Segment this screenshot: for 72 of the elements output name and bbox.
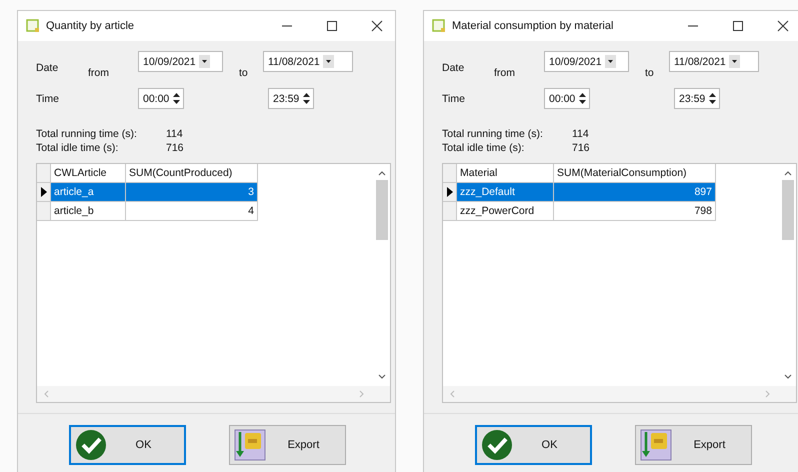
total-value: 114 bbox=[166, 127, 184, 141]
table-cell: article_a bbox=[51, 183, 126, 202]
to-time-spinner[interactable]: 23:59 bbox=[674, 88, 720, 109]
checkmark-icon bbox=[75, 429, 107, 461]
total-value: 716 bbox=[572, 141, 591, 155]
table-row[interactable]: article_b 4 bbox=[37, 202, 373, 221]
scroll-down-icon[interactable] bbox=[784, 374, 792, 380]
time-label: Time bbox=[442, 93, 466, 105]
total-label: Total idle time (s): bbox=[36, 141, 120, 155]
table-cell: zzz_PowerCord bbox=[457, 202, 554, 221]
to-label: to bbox=[644, 66, 655, 78]
close-icon[interactable] bbox=[777, 20, 789, 32]
table-row[interactable]: zzz_Default 897 bbox=[443, 183, 779, 202]
export-icon bbox=[640, 429, 672, 461]
time-label: Time bbox=[36, 93, 60, 105]
date-label: Date bbox=[36, 62, 60, 74]
from-time-spinner[interactable]: 00:00 bbox=[138, 88, 184, 109]
from-time-spinner[interactable]: 00:00 bbox=[544, 88, 590, 109]
app-icon bbox=[26, 19, 40, 33]
close-icon[interactable] bbox=[371, 20, 383, 32]
column-header[interactable]: SUM(CountProduced) bbox=[126, 164, 258, 183]
to-label: to bbox=[238, 66, 249, 78]
total-label: Total idle time (s): bbox=[442, 141, 526, 155]
dropdown-icon[interactable] bbox=[322, 55, 334, 68]
scrollbar-thumb[interactable] bbox=[782, 180, 794, 240]
table-row[interactable]: article_a 3 bbox=[37, 183, 373, 202]
ok-button[interactable]: OK bbox=[69, 425, 186, 465]
to-date-picker[interactable]: 11/08/2021 bbox=[669, 51, 759, 72]
spin-icon[interactable] bbox=[708, 92, 718, 105]
dropdown-icon[interactable] bbox=[198, 55, 210, 68]
maximize-icon[interactable] bbox=[326, 20, 338, 32]
from-date-picker[interactable]: 10/09/2021 bbox=[138, 51, 223, 72]
current-row-icon bbox=[40, 187, 46, 197]
scroll-down-icon[interactable] bbox=[378, 374, 386, 380]
total-value: 716 bbox=[166, 141, 185, 155]
to-time-spinner[interactable]: 23:59 bbox=[268, 88, 314, 109]
from-date-picker[interactable]: 10/09/2021 bbox=[544, 51, 629, 72]
table-cell: 4 bbox=[126, 202, 258, 221]
table-cell: article_b bbox=[51, 202, 126, 221]
column-header[interactable]: CWLArticle bbox=[51, 164, 126, 183]
export-icon bbox=[234, 429, 266, 461]
spin-icon[interactable] bbox=[172, 92, 182, 105]
scroll-up-icon[interactable] bbox=[378, 170, 386, 176]
table-cell: 3 bbox=[126, 183, 258, 202]
current-row-icon bbox=[446, 187, 452, 197]
table-cell: zzz_Default bbox=[457, 183, 554, 202]
maximize-icon[interactable] bbox=[732, 20, 744, 32]
total-label: Total running time (s): bbox=[36, 127, 138, 141]
scrollbar-thumb[interactable] bbox=[376, 180, 388, 240]
to-date-picker[interactable]: 11/08/2021 bbox=[263, 51, 353, 72]
column-header[interactable]: SUM(MaterialConsumption) bbox=[554, 164, 716, 183]
date-label: Date bbox=[442, 62, 466, 74]
spin-icon[interactable] bbox=[302, 92, 312, 105]
ok-button[interactable]: OK bbox=[475, 425, 592, 465]
export-button[interactable]: Export bbox=[635, 425, 752, 465]
spin-icon[interactable] bbox=[578, 92, 588, 105]
app-icon bbox=[432, 19, 446, 33]
from-label: from bbox=[494, 66, 516, 78]
dropdown-icon[interactable] bbox=[728, 55, 740, 68]
total-value: 114 bbox=[572, 127, 590, 141]
from-label: from bbox=[88, 66, 110, 78]
checkmark-icon bbox=[481, 429, 513, 461]
table-cell: 798 bbox=[554, 202, 716, 221]
export-button[interactable]: Export bbox=[229, 425, 346, 465]
table-cell: 897 bbox=[554, 183, 716, 202]
table-row[interactable]: zzz_PowerCord 798 bbox=[443, 202, 779, 221]
dropdown-icon[interactable] bbox=[604, 55, 616, 68]
window-title: Material consumption by material bbox=[452, 20, 614, 32]
column-header[interactable]: Material bbox=[457, 164, 554, 183]
scroll-up-icon[interactable] bbox=[784, 170, 792, 176]
window-title: Quantity by article bbox=[46, 20, 136, 32]
total-label: Total running time (s): bbox=[442, 127, 544, 141]
